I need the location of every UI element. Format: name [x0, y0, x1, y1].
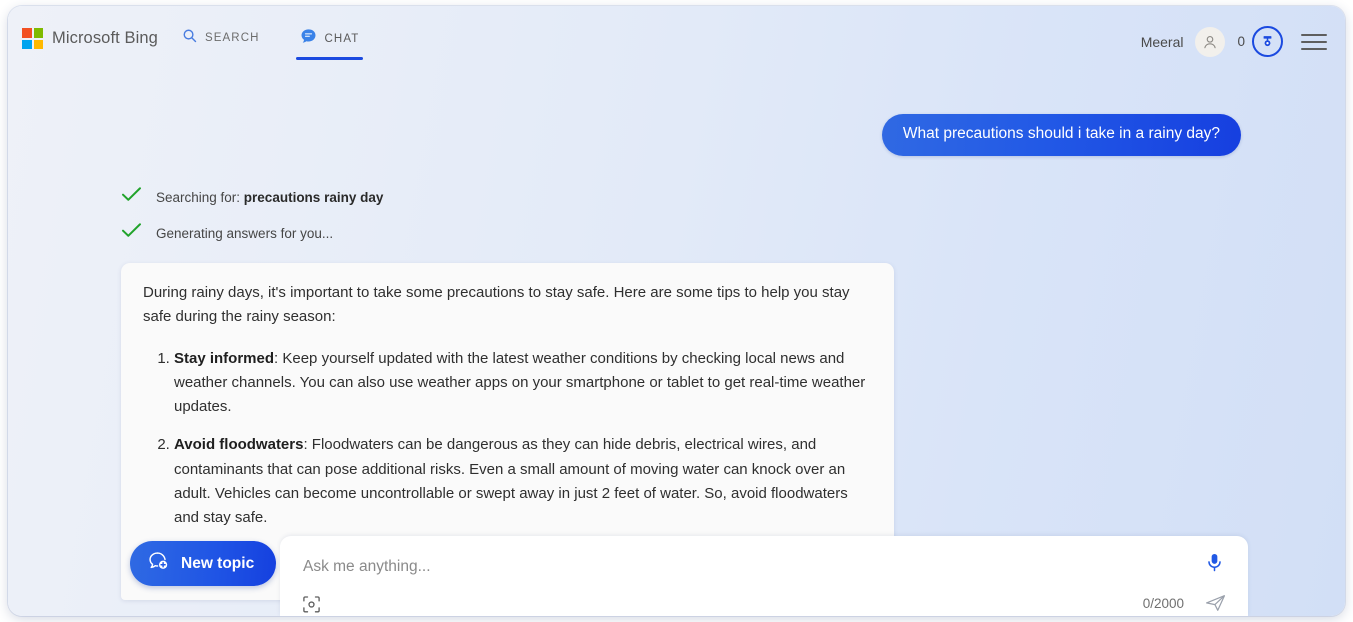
top-header: Microsoft Bing SEARCH CHAT Meeral 0: [8, 6, 1345, 80]
bing-chat-window: Microsoft Bing SEARCH CHAT Meeral 0 What…: [8, 6, 1345, 616]
rewards-count-label: 0: [1237, 34, 1245, 49]
rewards-medal-icon: [1252, 26, 1283, 57]
tab-search-label: SEARCH: [205, 32, 260, 44]
brand-name-label: Microsoft Bing: [52, 29, 158, 47]
user-message-row: What precautions should i take in a rain…: [881, 114, 1241, 156]
microphone-icon[interactable]: [1205, 552, 1224, 578]
composer-bar: New topic Ask me anything... 0/2000: [8, 530, 1345, 616]
list-item-body: : Keep yourself updated with the latest …: [174, 349, 866, 416]
new-topic-button[interactable]: New topic: [130, 541, 277, 586]
character-counter: 0/2000: [1142, 596, 1184, 611]
check-icon: [121, 222, 142, 244]
message-input-panel[interactable]: Ask me anything... 0/2000: [280, 536, 1248, 616]
new-topic-label: New topic: [181, 554, 255, 572]
list-item: Avoid floodwaters: Floodwaters can be da…: [174, 433, 870, 530]
list-item-title: Avoid floodwaters: [174, 436, 304, 454]
status-searching-text: Searching for: precautions rainy day: [156, 189, 384, 205]
avatar[interactable]: [1195, 26, 1226, 57]
tab-chat-label: CHAT: [324, 33, 360, 45]
tab-chat[interactable]: CHAT: [295, 26, 364, 60]
answer-list: Stay informed: Keep yourself updated wit…: [143, 347, 870, 531]
message-input-placeholder: Ask me anything...: [303, 558, 431, 575]
status-row-searching: Searching for: precautions rainy day: [121, 186, 383, 208]
search-icon: [182, 28, 197, 48]
check-icon: [121, 186, 142, 208]
answer-intro: During rainy days, it's important to tak…: [143, 284, 850, 326]
rewards-widget[interactable]: 0: [1237, 26, 1283, 57]
microsoft-squares-icon: [22, 28, 43, 49]
list-item-title: Stay informed: [174, 349, 275, 367]
user-name-label: Meeral: [1140, 33, 1184, 50]
user-message-bubble: What precautions should i take in a rain…: [881, 114, 1241, 156]
status-generating-text: Generating answers for you...: [156, 225, 334, 241]
chat-bubble-icon: [300, 28, 317, 50]
brand-logo[interactable]: Microsoft Bing: [22, 28, 158, 49]
nav-tabs: SEARCH CHAT: [178, 26, 364, 60]
status-list: Searching for: precautions rainy day Gen…: [121, 186, 383, 258]
camera-visual-search-icon[interactable]: [302, 595, 321, 616]
status-row-generating: Generating answers for you...: [121, 222, 383, 244]
hamburger-menu-icon[interactable]: [1301, 33, 1327, 50]
tab-search[interactable]: SEARCH: [178, 26, 264, 58]
chat-plus-icon: [147, 550, 170, 578]
header-right-cluster: Meeral 0: [1141, 26, 1327, 57]
list-item: Stay informed: Keep yourself updated wit…: [174, 347, 870, 420]
send-paper-plane-icon[interactable]: [1205, 594, 1226, 616]
